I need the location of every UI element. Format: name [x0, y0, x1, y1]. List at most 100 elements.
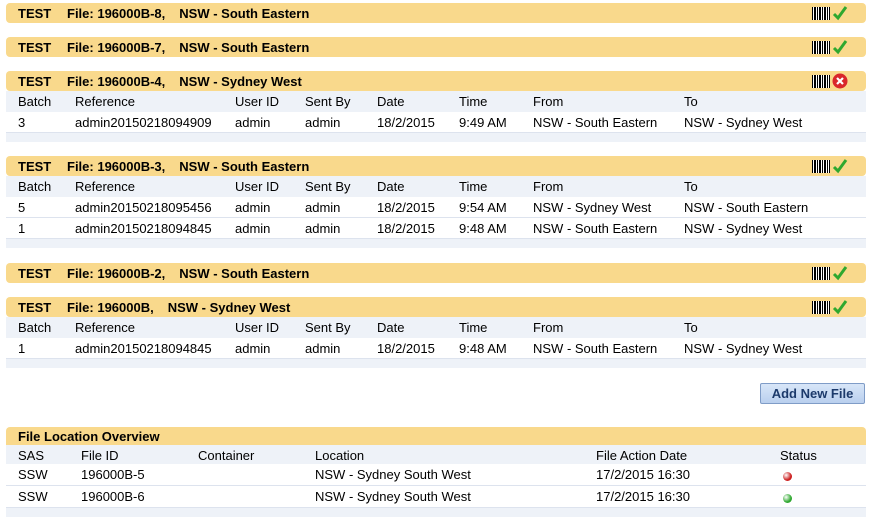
col-user-id: User ID — [235, 320, 280, 335]
col-date: Date — [377, 179, 405, 194]
file-location-label: NSW - South Eastern — [179, 39, 310, 55]
table-row[interactable]: 5 admin20150218095456 admin admin 18/2/2015 9… — [6, 197, 866, 218]
overview-cell-sas: SSW — [18, 467, 48, 482]
file-header[interactable]: TEST File: 196000B-7, NSW - South Eastern — [6, 37, 866, 57]
cell-date: 18/2/2015 — [377, 114, 435, 130]
barcode-icon[interactable] — [812, 40, 830, 54]
overview-cell-file-id: 196000B-5 — [81, 467, 145, 482]
barcode-icon[interactable] — [812, 266, 830, 280]
cell-sent-by: admin — [305, 199, 341, 215]
add-new-file-button[interactable]: Add New File — [760, 383, 865, 404]
check-icon — [832, 159, 848, 174]
overview-cell-location: NSW - Sydney South West — [315, 489, 471, 504]
cell-from: NSW - South Eastern — [533, 114, 658, 130]
barcode-icon[interactable] — [812, 159, 830, 173]
cell-date: 18/2/2015 — [377, 199, 435, 215]
file-test-label: TEST — [18, 265, 52, 281]
col-reference: Reference — [75, 179, 135, 194]
file-id-label: File: 196000B-8, — [67, 5, 166, 21]
overview-col-container: Container — [198, 448, 255, 463]
overview-cell-file-id: 196000B-6 — [81, 489, 145, 504]
file-block: TEST File: 196000B-4, NSW - Sydney West Bat… — [6, 71, 866, 142]
cell-to: NSW - Sydney West — [684, 220, 803, 236]
batch-header-row: Batch Reference User ID Sent By Date Time From… — [6, 176, 866, 197]
check-icon — [832, 300, 848, 315]
file-header[interactable]: TEST File: 196000B-4, NSW - Sydney West — [6, 71, 866, 91]
table-row[interactable]: 1 admin20150218094845 admin admin 18/2/2015 9… — [6, 218, 866, 239]
cell-sent-by: admin — [305, 340, 341, 356]
cell-to: NSW - Sydney West — [684, 114, 803, 130]
col-sent-by: Sent By — [305, 179, 351, 194]
overview-cell-date: 17/2/2015 16:30 — [596, 467, 690, 482]
file-block: TEST File: 196000B-7, NSW - South Eastern — [6, 37, 866, 57]
file-location-label: NSW - South Eastern — [179, 5, 310, 21]
col-to: To — [684, 179, 698, 194]
col-batch: Batch — [18, 320, 52, 335]
table-row[interactable]: 3 admin20150218094909 admin admin 18/2/2015 9… — [6, 112, 866, 133]
col-batch: Batch — [18, 94, 52, 109]
col-time: Time — [459, 94, 488, 109]
file-id-label: File: 196000B-7, — [67, 39, 166, 55]
barcode-icon[interactable] — [812, 6, 830, 20]
batch-table: Batch Reference User ID Sent By Date Time From… — [6, 176, 866, 248]
check-icon — [832, 266, 848, 281]
cell-reference: admin20150218095456 — [75, 199, 212, 215]
file-header[interactable]: TEST File: 196000B-3, NSW - South Eastern — [6, 156, 866, 176]
overview-cell-location: NSW - Sydney South West — [315, 467, 471, 482]
cell-time: 9:49 AM — [459, 114, 507, 130]
cell-to: NSW - Sydney West — [684, 340, 803, 356]
status-dot-icon — [783, 469, 792, 484]
file-block: TEST File: 196000B-2, NSW - South Eastern — [6, 263, 866, 283]
table-row[interactable]: 1 admin20150218094845 admin admin 18/2/2015 9… — [6, 338, 866, 359]
file-id-label: File: 196000B-4, — [67, 73, 166, 89]
status-dot-icon — [783, 491, 792, 506]
file-header[interactable]: TEST File: 196000B-8, NSW - South Eastern — [6, 3, 866, 23]
file-location-label: NSW - South Eastern — [179, 158, 310, 174]
file-id-label: File: 196000B, — [67, 299, 154, 315]
col-user-id: User ID — [235, 94, 280, 109]
file-block: TEST File: 196000B-8, NSW - South Eastern — [6, 3, 866, 23]
cell-sent-by: admin — [305, 220, 341, 236]
cell-batch: 1 — [18, 340, 26, 356]
file-location-label: NSW - Sydney West — [167, 299, 291, 315]
overview-col-location: Location — [315, 448, 365, 463]
error-x-icon — [832, 73, 848, 89]
col-time: Time — [459, 179, 488, 194]
file-location-label: NSW - South Eastern — [179, 265, 310, 281]
barcode-icon[interactable] — [812, 300, 830, 314]
cell-from: NSW - South Eastern — [533, 340, 658, 356]
cell-sent-by: admin — [305, 114, 341, 130]
cell-date: 18/2/2015 — [377, 220, 435, 236]
overview-row[interactable]: SSW 196000B-6 NSW - Sydney South West 17/2/… — [6, 486, 866, 508]
col-to: To — [684, 94, 698, 109]
file-block: TEST File: 196000B-3, NSW - South Eastern B… — [6, 156, 866, 248]
cell-time: 9:48 AM — [459, 220, 507, 236]
file-header[interactable]: TEST File: 196000B, NSW - Sydney West — [6, 297, 866, 317]
cell-to: NSW - South Eastern — [684, 199, 809, 215]
cell-batch: 5 — [18, 199, 26, 215]
table-footer — [6, 133, 866, 142]
col-date: Date — [377, 94, 405, 109]
overview-col-date: File Action Date — [596, 448, 688, 463]
table-footer — [6, 239, 866, 248]
check-icon — [832, 40, 848, 55]
col-batch: Batch — [18, 179, 52, 194]
overview-row[interactable]: SSW 196000B-5 NSW - Sydney South West 17/2/… — [6, 464, 866, 486]
file-location-overview: File Location Overview SAS File ID Conta… — [6, 427, 866, 517]
col-to: To — [684, 320, 698, 335]
cell-date: 18/2/2015 — [377, 340, 435, 356]
barcode-icon[interactable] — [812, 74, 830, 88]
file-header[interactable]: TEST File: 196000B-2, NSW - South Eastern — [6, 263, 866, 283]
col-reference: Reference — [75, 94, 135, 109]
file-test-label: TEST — [18, 299, 52, 315]
cell-user-id: admin — [235, 199, 271, 215]
overview-col-file-id: File ID — [81, 448, 119, 463]
file-test-label: TEST — [18, 158, 52, 174]
col-user-id: User ID — [235, 179, 280, 194]
file-id-label: File: 196000B-2, — [67, 265, 166, 281]
cell-reference: admin20150218094845 — [75, 220, 212, 236]
overview-cell-sas: SSW — [18, 489, 48, 504]
cell-reference: admin20150218094845 — [75, 340, 212, 356]
overview-header-row: SAS File ID Container Location File Acti… — [6, 445, 866, 464]
file-test-label: TEST — [18, 5, 52, 21]
